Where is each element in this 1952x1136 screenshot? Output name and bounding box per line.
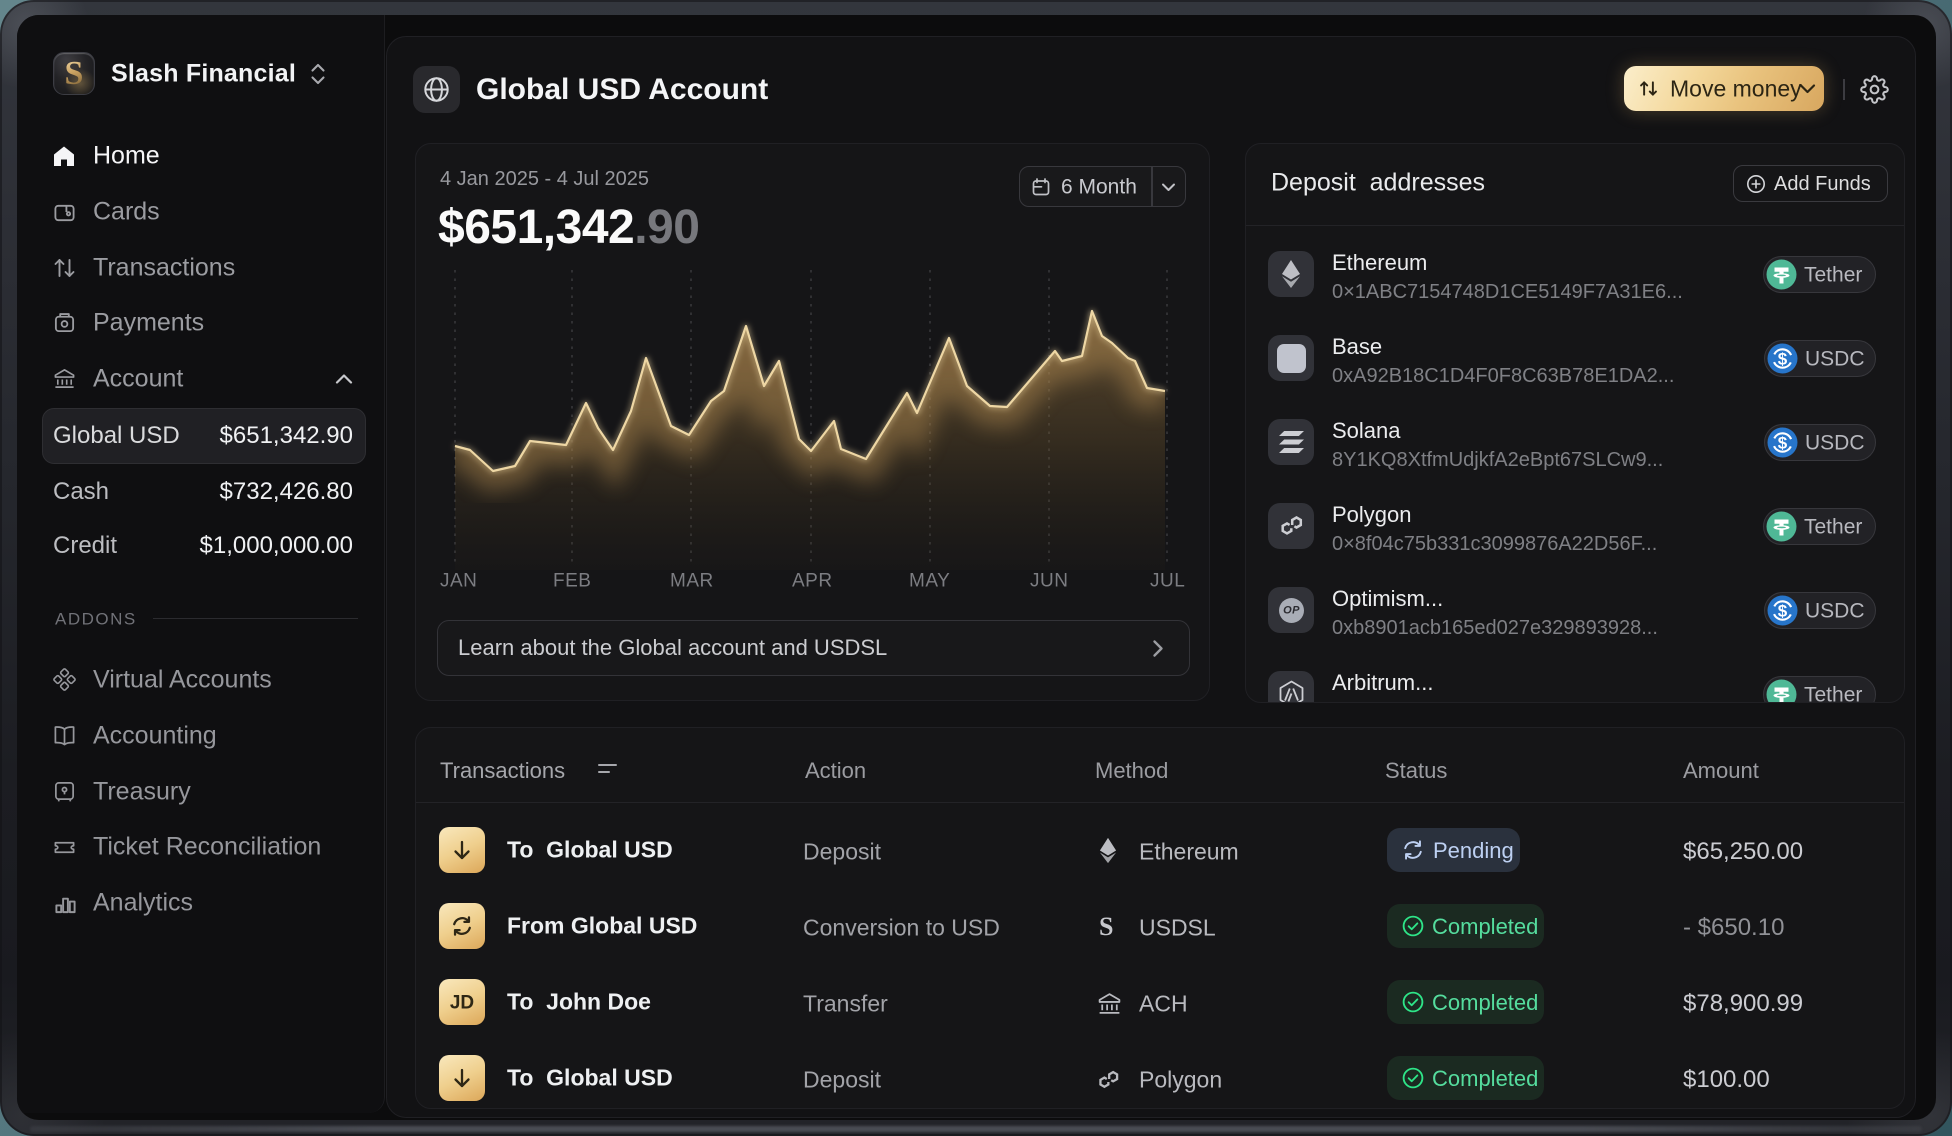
svg-text:$: $ (1778, 350, 1788, 369)
svg-text:$: $ (1778, 602, 1788, 621)
svg-text:$: $ (1778, 434, 1788, 453)
